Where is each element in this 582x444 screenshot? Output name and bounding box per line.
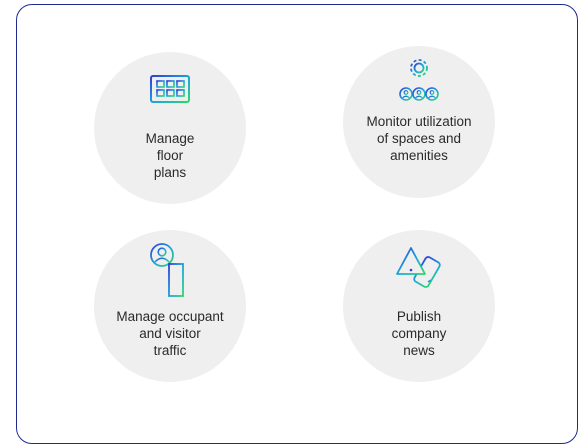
feature-monitor-utilization: Monitor utilization of spaces and amenit… [343, 46, 495, 198]
feature-label: Monitor utilization of spaces and amenit… [366, 114, 472, 163]
feature-manage-occupant-traffic: Manage occupant and visitor traffic [94, 230, 246, 382]
gear-network-icon [399, 59, 439, 101]
feature-label: Manage occupant and visitor traffic [116, 309, 224, 358]
person-building-icon [150, 243, 189, 297]
alert-phone-icon [396, 247, 441, 288]
feature-manage-floor-plans: Manage floor plans [94, 52, 246, 204]
feature-label: Publish company news [391, 309, 447, 358]
features-card [16, 4, 578, 444]
floor-plan-monitor-icon [150, 75, 190, 111]
feature-label: Manage floor plans [145, 131, 195, 180]
feature-publish-company-news: Publish company news [343, 230, 495, 382]
